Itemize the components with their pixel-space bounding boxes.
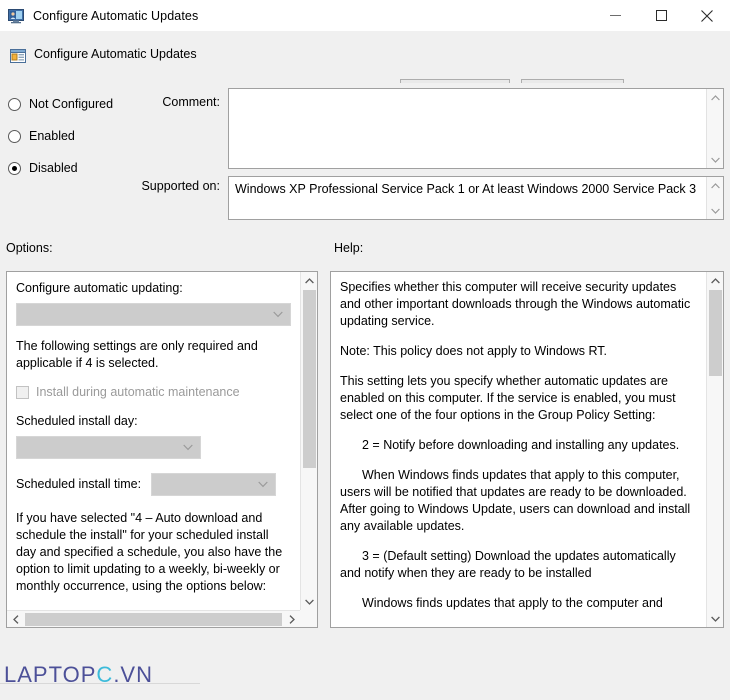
options-scroll-thumb[interactable] xyxy=(303,290,316,468)
comment-scrollbar[interactable] xyxy=(706,89,723,168)
options-panel: Configure automatic updating: The follow… xyxy=(6,271,318,628)
close-button[interactable] xyxy=(684,0,730,31)
options-section-label: Options: xyxy=(6,241,53,255)
maximize-button[interactable] xyxy=(638,0,684,31)
scroll-down-icon[interactable] xyxy=(707,151,724,168)
watermark-rule xyxy=(0,683,200,684)
chevron-down-icon xyxy=(183,444,193,451)
settings-requirement-note: The following settings are only required… xyxy=(16,339,258,370)
scroll-up-icon[interactable] xyxy=(301,272,317,289)
state-and-metadata-area: Not Configured Enabled Disabled Comment:… xyxy=(0,83,730,233)
scheduled-install-time-dropdown[interactable] xyxy=(151,473,277,496)
scroll-up-icon[interactable] xyxy=(707,272,723,289)
radio-not-configured[interactable]: Not Configured xyxy=(8,97,113,111)
help-panel: Specifies whether this computer will rec… xyxy=(330,271,724,628)
radio-enabled-label: Enabled xyxy=(29,129,75,143)
help-panel-content: Specifies whether this computer will rec… xyxy=(331,272,706,627)
comment-textbox[interactable] xyxy=(228,88,724,169)
configure-automatic-updates-dialog: Configure Automatic Updates Configure Au… xyxy=(0,0,730,700)
scheduled-install-time-row: Scheduled install time: xyxy=(16,473,291,496)
help-paragraph: Note: This policy does not apply to Wind… xyxy=(340,344,608,358)
radio-disabled[interactable]: Disabled xyxy=(8,161,78,175)
help-paragraph: When Windows finds updates that apply to… xyxy=(340,468,691,533)
monitor-policy-icon xyxy=(8,8,25,24)
policy-setting-icon xyxy=(9,47,27,65)
scroll-left-icon[interactable] xyxy=(7,611,24,627)
scroll-up-icon[interactable] xyxy=(707,177,724,194)
title-bar: Configure Automatic Updates xyxy=(0,0,730,31)
configure-updating-label: Configure automatic updating: xyxy=(16,281,183,295)
radio-disabled-indicator xyxy=(8,161,21,175)
options-hscroll-thumb[interactable] xyxy=(25,613,282,626)
radio-enabled[interactable]: Enabled xyxy=(8,129,75,143)
options-panel-content: Configure automatic updating: The follow… xyxy=(7,272,300,610)
window-controls xyxy=(592,0,730,31)
comment-label: Comment: xyxy=(162,95,220,109)
radio-enabled-indicator xyxy=(8,129,21,143)
setting-title: Configure Automatic Updates xyxy=(34,47,197,61)
install-during-maintenance-label: Install during automatic maintenance xyxy=(36,385,240,399)
supported-on-scrollbar[interactable] xyxy=(706,177,723,219)
options-horizontal-scrollbar[interactable] xyxy=(7,610,300,627)
scrollbar-corner xyxy=(300,610,317,627)
help-paragraph: This setting lets you specify whether au… xyxy=(340,374,676,422)
help-paragraph: Specifies whether this computer will rec… xyxy=(340,280,691,328)
scroll-down-icon[interactable] xyxy=(301,593,317,610)
scheduled-install-day-label: Scheduled install day: xyxy=(16,414,138,428)
minimize-button[interactable] xyxy=(592,0,638,31)
help-paragraph-option-2: 2 = Notify before downloading and instal… xyxy=(362,438,680,452)
options-vertical-scrollbar[interactable] xyxy=(300,272,317,610)
install-during-maintenance-checkbox[interactable]: Install during automatic maintenance xyxy=(16,384,291,401)
help-scroll-thumb[interactable] xyxy=(709,290,722,376)
configure-updating-dropdown[interactable] xyxy=(16,303,291,326)
help-paragraph-option-3: 3 = (Default setting) Download the updat… xyxy=(340,549,676,580)
schedule-help-text: If you have selected "4 – Auto download … xyxy=(16,511,283,593)
scroll-up-icon[interactable] xyxy=(707,89,724,106)
chevron-down-icon xyxy=(273,311,283,318)
scheduled-install-time-label: Scheduled install time: xyxy=(16,477,142,491)
help-vertical-scrollbar[interactable] xyxy=(706,272,723,627)
scheduled-install-day-dropdown[interactable] xyxy=(16,436,201,459)
scroll-down-icon[interactable] xyxy=(707,202,724,219)
chevron-down-icon xyxy=(258,481,268,488)
scroll-down-icon[interactable] xyxy=(707,610,723,627)
window-title: Configure Automatic Updates xyxy=(33,8,199,23)
radio-not-configured-label: Not Configured xyxy=(29,97,114,111)
comment-value[interactable] xyxy=(229,89,706,168)
checkbox-indicator xyxy=(16,386,29,399)
radio-not-configured-indicator xyxy=(8,97,21,111)
setting-header-band: Configure Automatic Updates Previous Set… xyxy=(0,31,730,105)
help-section-label: Help: xyxy=(334,241,364,255)
supported-on-label: Supported on: xyxy=(141,179,220,193)
scroll-right-icon[interactable] xyxy=(283,611,300,627)
help-paragraph: Windows finds updates that apply to the … xyxy=(362,596,663,610)
radio-disabled-label: Disabled xyxy=(29,161,78,175)
supported-on-value: Windows XP Professional Service Pack 1 o… xyxy=(235,182,697,196)
watermark: LAPTOPC.VN xyxy=(4,662,153,688)
supported-on-textbox: Windows XP Professional Service Pack 1 o… xyxy=(228,176,724,220)
